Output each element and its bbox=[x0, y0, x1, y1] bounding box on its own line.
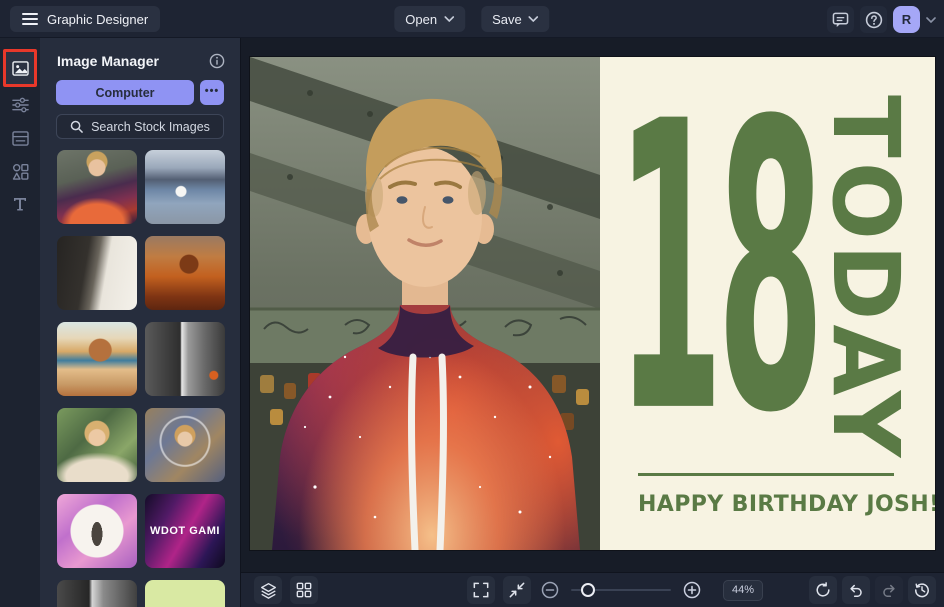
image-manager-panel: Image Manager Computer ••• Search Stock … bbox=[40, 38, 241, 607]
layers-button[interactable] bbox=[254, 576, 282, 604]
account-chevron-icon[interactable] bbox=[926, 16, 936, 23]
layers-icon bbox=[260, 582, 276, 599]
undo-button[interactable] bbox=[842, 576, 870, 604]
text-icon bbox=[14, 198, 26, 211]
card-divider-line[interactable] bbox=[638, 473, 894, 476]
design-canvas[interactable]: 18 TODAY HAPPY BIRTHDAY JOSH! bbox=[241, 38, 944, 572]
rail-item-image-manager[interactable] bbox=[0, 48, 40, 88]
thumbnail-bw-collage[interactable] bbox=[145, 322, 225, 396]
feedback-button[interactable] bbox=[827, 6, 854, 33]
reset-button[interactable] bbox=[809, 576, 837, 604]
thumbnail-boy-galaxy-hoodie[interactable] bbox=[57, 150, 137, 224]
pages-grid-button[interactable] bbox=[290, 576, 318, 604]
card-text-panel[interactable]: 18 TODAY HAPPY BIRTHDAY JOSH! bbox=[600, 57, 935, 550]
zoom-out-icon bbox=[541, 581, 559, 599]
help-button[interactable] bbox=[860, 6, 887, 33]
rail-item-graphics[interactable] bbox=[0, 155, 40, 187]
thumbnail-sketch-portrait[interactable] bbox=[57, 494, 137, 568]
thumbnail-couple-hands[interactable] bbox=[57, 236, 137, 310]
thumbnail-woman-portrait[interactable] bbox=[57, 408, 137, 482]
gaming-banner-text: WDOT GAMI bbox=[150, 525, 220, 537]
search-stock-images-input[interactable]: Search Stock Images bbox=[56, 114, 224, 139]
zoom-slider[interactable] bbox=[571, 579, 671, 601]
chevron-down-icon bbox=[528, 16, 539, 22]
birthday-message-text[interactable]: HAPPY BIRTHDAY JOSH! bbox=[638, 492, 935, 517]
zoom-out-button[interactable] bbox=[539, 579, 561, 601]
history-button[interactable] bbox=[908, 576, 936, 604]
redo-button[interactable] bbox=[875, 576, 903, 604]
thumbnail-painted-arch[interactable] bbox=[57, 322, 137, 396]
layout-icon bbox=[11, 130, 29, 146]
rail-item-text[interactable] bbox=[0, 188, 40, 220]
info-icon[interactable] bbox=[209, 53, 225, 69]
thumbnail-green-quote-card[interactable]: The savin bbox=[145, 580, 225, 607]
zoom-in-icon bbox=[683, 581, 701, 599]
redo-icon bbox=[883, 584, 895, 597]
top-bar: Graphic Designer Open Save R bbox=[0, 0, 944, 38]
thumbnail-wedding-lake[interactable] bbox=[145, 150, 225, 224]
thumbnail-gaming-banner[interactable]: WDOT GAMI bbox=[145, 494, 225, 568]
help-icon bbox=[865, 11, 882, 28]
hamburger-icon bbox=[22, 12, 38, 26]
thumbnail-desert-arch[interactable] bbox=[145, 236, 225, 310]
chevron-down-icon bbox=[444, 16, 454, 22]
app-title: Graphic Designer bbox=[47, 11, 149, 27]
age-number-text[interactable]: 18 bbox=[616, 71, 825, 468]
fullscreen-icon bbox=[473, 582, 489, 598]
today-vertical-text[interactable]: TODAY bbox=[812, 95, 919, 461]
thumbnail-woman-glass-circle[interactable] bbox=[145, 408, 225, 482]
main-menu-button[interactable]: Graphic Designer bbox=[10, 6, 161, 32]
undo-icon bbox=[850, 584, 862, 597]
rail-item-templates[interactable] bbox=[0, 122, 40, 154]
save-button[interactable]: Save bbox=[481, 6, 550, 32]
rail-item-edit[interactable] bbox=[0, 89, 40, 121]
zoom-in-button[interactable] bbox=[681, 579, 703, 601]
open-button[interactable]: Open bbox=[394, 6, 466, 32]
fit-screen-icon bbox=[509, 582, 525, 598]
highlight-box bbox=[3, 49, 37, 87]
thumbnail-bw-wedding-collage[interactable] bbox=[57, 580, 137, 607]
image-icon bbox=[11, 60, 29, 76]
card-photo-boy[interactable] bbox=[250, 57, 600, 550]
grid-icon bbox=[296, 582, 312, 598]
zoom-slider-knob[interactable] bbox=[581, 583, 595, 597]
zoom-level-field[interactable]: 44% bbox=[723, 579, 763, 601]
search-placeholder: Search Stock Images bbox=[91, 119, 210, 134]
computer-source-button[interactable]: Computer bbox=[56, 80, 194, 105]
search-icon bbox=[70, 120, 83, 133]
refresh-icon bbox=[816, 582, 830, 597]
more-sources-button[interactable]: ••• bbox=[200, 80, 224, 105]
shapes-icon bbox=[12, 163, 28, 180]
thumbnail-grid: WDOT GAMI The savin bbox=[57, 150, 225, 607]
account-avatar[interactable]: R bbox=[893, 6, 920, 33]
sliders-icon bbox=[11, 97, 29, 113]
bottom-toolbar: 44% bbox=[241, 572, 944, 607]
fit-to-screen-button[interactable] bbox=[503, 576, 531, 604]
green-card-text: The savin bbox=[145, 580, 225, 607]
birthday-card-artboard[interactable]: 18 TODAY HAPPY BIRTHDAY JOSH! bbox=[250, 57, 935, 550]
comment-icon bbox=[832, 12, 849, 27]
tool-rail bbox=[0, 38, 40, 607]
history-icon bbox=[915, 583, 929, 598]
fullscreen-button[interactable] bbox=[467, 576, 495, 604]
panel-title: Image Manager bbox=[57, 53, 159, 69]
